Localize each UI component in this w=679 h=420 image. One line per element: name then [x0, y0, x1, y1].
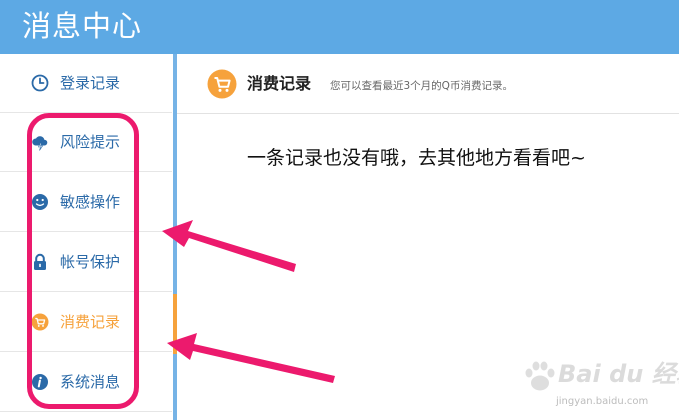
watermark-url: jingyan.baidu.com — [556, 396, 649, 407]
annotation-arrow-upper — [162, 220, 296, 272]
watermark-text: Bai du 经验 — [558, 360, 679, 388]
paw-icon — [525, 361, 555, 391]
watermark: Bai du 经验 jingyan.baidu.com — [520, 352, 679, 412]
annotation-arrow-lower — [167, 333, 335, 383]
